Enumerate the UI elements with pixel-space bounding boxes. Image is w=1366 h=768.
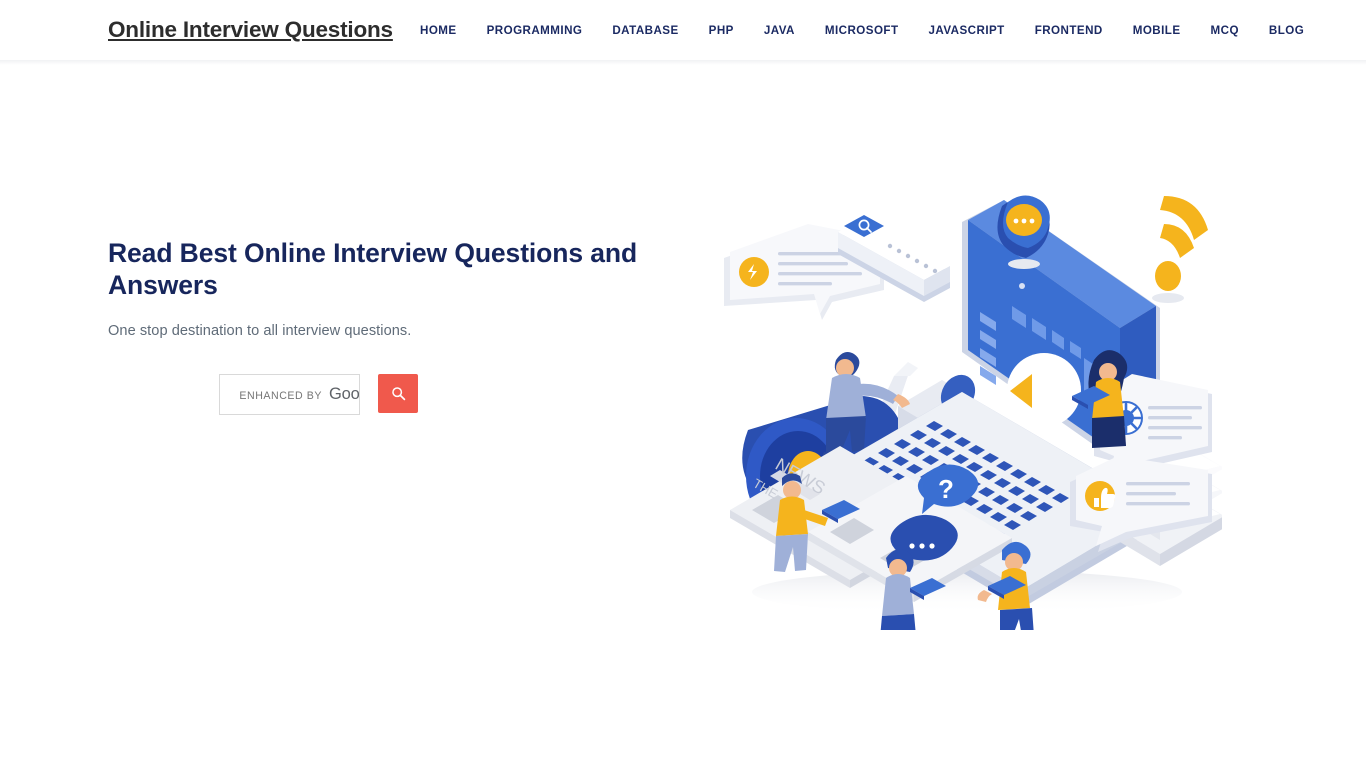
site-header: Online Interview Questions HOME PROGRAMM… <box>0 0 1366 65</box>
hero-illustration: THE NEWS ? <box>712 180 1222 630</box>
nav-item-home[interactable]: HOME <box>420 21 457 39</box>
nav-link-mobile[interactable]: MOBILE <box>1133 24 1181 37</box>
nav-item-mcq[interactable]: MCQ <box>1211 21 1239 39</box>
site-logo[interactable]: Online Interview Questions <box>108 17 393 43</box>
page-title: Read Best Online Interview Questions and… <box>108 238 638 300</box>
nav-link-microsoft[interactable]: MICROSOFT <box>825 24 899 37</box>
nav-item-java[interactable]: JAVA <box>764 21 795 39</box>
nav-link-mcq[interactable]: MCQ <box>1211 24 1239 37</box>
nav-list: HOME PROGRAMMING DATABASE PHP JAVA MICRO… <box>420 21 1304 39</box>
hero-subtitle: One stop destination to all interview qu… <box>108 323 412 340</box>
nav-link-php[interactable]: PHP <box>709 24 734 37</box>
nav-item-mobile[interactable]: MOBILE <box>1133 21 1181 39</box>
nav-item-php[interactable]: PHP <box>709 21 734 39</box>
nav-item-programming[interactable]: PROGRAMMING <box>487 21 583 39</box>
nav-item-blog[interactable]: BLOG <box>1269 21 1304 39</box>
hero-section: Read Best Online Interview Questions and… <box>0 60 1366 630</box>
nav-link-javascript[interactable]: JAVASCRIPT <box>928 24 1004 37</box>
svg-text:?: ? <box>938 474 954 504</box>
search-form: ENHANCED BY Googl <box>219 374 418 415</box>
search-placeholder: ENHANCED BY Googl <box>239 385 360 404</box>
nav-item-javascript[interactable]: JAVASCRIPT <box>928 21 1004 39</box>
illus-wifi-icon <box>1152 196 1208 303</box>
nav-item-microsoft[interactable]: MICROSOFT <box>825 21 899 39</box>
hero-text-block: Read Best Online Interview Questions and… <box>108 238 638 339</box>
nav-link-blog[interactable]: BLOG <box>1269 24 1304 37</box>
search-input[interactable]: ENHANCED BY Googl <box>219 374 360 415</box>
nav-item-frontend[interactable]: FRONTEND <box>1035 21 1103 39</box>
main-navigation: HOME PROGRAMMING DATABASE PHP JAVA MICRO… <box>420 0 1304 60</box>
nav-link-frontend[interactable]: FRONTEND <box>1035 24 1103 37</box>
search-button[interactable] <box>378 374 418 413</box>
nav-link-home[interactable]: HOME <box>420 24 457 37</box>
nav-link-java[interactable]: JAVA <box>764 24 795 37</box>
google-wordmark: Googl <box>328 385 360 403</box>
nav-link-programming[interactable]: PROGRAMMING <box>487 24 583 37</box>
search-placeholder-prefix: ENHANCED BY <box>239 390 322 402</box>
search-icon <box>391 386 406 401</box>
nav-item-database[interactable]: DATABASE <box>612 21 678 39</box>
nav-link-database[interactable]: DATABASE <box>612 24 678 37</box>
